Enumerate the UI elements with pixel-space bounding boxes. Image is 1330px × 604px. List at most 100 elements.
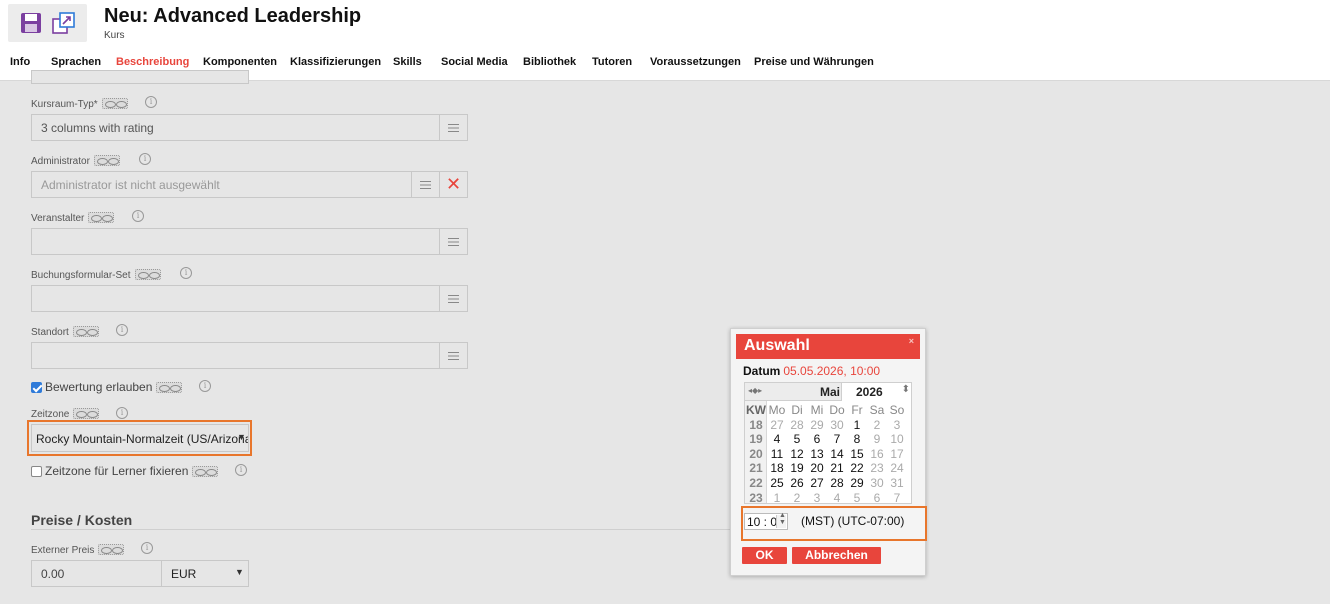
calendar-day[interactable]: 13 — [807, 447, 827, 461]
calendar-day[interactable]: 5 — [847, 491, 867, 503]
tab-voraussetzungen[interactable]: Voraussetzungen — [650, 52, 741, 80]
calendar-day[interactable]: 1 — [767, 491, 787, 503]
calendar-day[interactable]: 31 — [887, 476, 907, 490]
visibility-eye-icon[interactable] — [156, 382, 183, 393]
calendar-day[interactable]: 9 — [867, 432, 887, 446]
cancel-button[interactable]: Abbrechen — [792, 547, 881, 564]
info-icon[interactable]: i — [139, 153, 151, 165]
bewertung-checkbox[interactable] — [31, 382, 42, 393]
calendar-day[interactable]: 25 — [767, 476, 787, 490]
calendar-day[interactable]: 29 — [847, 476, 867, 490]
calendar-day[interactable]: 26 — [787, 476, 807, 490]
chevron-down-icon[interactable]: ▼ — [235, 567, 244, 577]
close-icon[interactable]: × — [909, 336, 914, 346]
calendar-day[interactable]: 28 — [827, 476, 847, 490]
calendar-day[interactable]: 10 — [887, 432, 907, 446]
visibility-eye-icon[interactable] — [73, 408, 100, 419]
visibility-eye-icon[interactable] — [98, 544, 125, 555]
save-icon[interactable] — [18, 10, 44, 36]
administrator-list-button[interactable] — [412, 171, 440, 198]
calendar-header-cell: Do — [829, 403, 845, 417]
veranstalter-field[interactable] — [31, 228, 440, 255]
highlight-frame-zeitzone — [27, 420, 252, 456]
standort-field[interactable] — [31, 342, 440, 369]
administrator-field[interactable]: Administrator ist nicht ausgewählt — [31, 171, 412, 198]
visibility-eye-icon[interactable] — [93, 155, 120, 166]
info-icon[interactable]: i — [132, 210, 144, 222]
calendar-day[interactable]: 4 — [827, 491, 847, 503]
calendar-day[interactable]: 2 — [867, 418, 887, 432]
week-number: 19 — [749, 432, 763, 447]
buchungsformular-list-button[interactable] — [440, 285, 468, 312]
calendar-day[interactable]: 27 — [767, 418, 787, 432]
calendar-header-cell: Fr — [851, 403, 863, 417]
dialog-header: Auswahl × — [736, 334, 920, 359]
veranstalter-label: Veranstalter — [31, 212, 115, 224]
calendar-year-select[interactable]: 2026 — [841, 383, 911, 401]
standort-list-button[interactable] — [440, 342, 468, 369]
tab-bibliothek[interactable]: Bibliothek — [523, 52, 576, 80]
calendar-day[interactable]: 18 — [767, 461, 787, 475]
tab-klassifizierungen[interactable]: Klassifizierungen — [290, 52, 381, 80]
calendar-day[interactable]: 3 — [887, 418, 907, 432]
calendar-day[interactable]: 30 — [827, 418, 847, 432]
tab-preise-und-waehrungen[interactable]: Preise und Währungen — [754, 52, 874, 80]
info-icon[interactable]: i — [116, 407, 128, 419]
calendar-day[interactable]: 2 — [787, 491, 807, 503]
tab-info[interactable]: Info — [10, 52, 30, 80]
section-preise-kosten: Preise / Kosten — [31, 512, 133, 528]
info-icon[interactable]: i — [235, 464, 247, 476]
page-subtitle: Kurs — [104, 30, 125, 41]
calendar-day[interactable]: 23 — [867, 461, 887, 475]
visibility-eye-icon[interactable] — [72, 326, 99, 337]
calendar-day[interactable]: 6 — [867, 491, 887, 503]
tab-skills[interactable]: Skills — [393, 52, 422, 80]
calendar-day[interactable]: 20 — [807, 461, 827, 475]
info-icon[interactable]: i — [145, 96, 157, 108]
calendar-day[interactable]: 16 — [867, 447, 887, 461]
visibility-eye-icon[interactable] — [134, 269, 161, 280]
calendar-day[interactable]: 21 — [827, 461, 847, 475]
visibility-eye-icon[interactable] — [88, 212, 115, 223]
visibility-eye-icon[interactable] — [192, 466, 219, 477]
info-icon[interactable]: i — [199, 380, 211, 392]
calendar-nav-icon[interactable]: ◂◆▸ — [748, 386, 762, 395]
calendar-day[interactable]: 24 — [887, 461, 907, 475]
tab-social-media[interactable]: Social Media — [441, 52, 508, 80]
zeitzone-fixieren-checkbox[interactable] — [31, 466, 42, 477]
tab-tutoren[interactable]: Tutoren — [592, 52, 632, 80]
calendar-day[interactable]: 5 — [787, 432, 807, 446]
calendar-day[interactable]: 27 — [807, 476, 827, 490]
calendar-day[interactable]: 12 — [787, 447, 807, 461]
calendar-day[interactable]: 28 — [787, 418, 807, 432]
info-icon[interactable]: i — [180, 267, 192, 279]
calendar-day[interactable]: 29 — [807, 418, 827, 432]
calendar-day[interactable]: 7 — [887, 491, 907, 503]
calendar-day[interactable]: 3 — [807, 491, 827, 503]
calendar-day[interactable]: 4 — [767, 432, 787, 446]
zeitzone-fixieren-label: Zeitzone für Lerner fixieren — [45, 464, 219, 478]
kursraum-field[interactable]: 3 columns with rating — [31, 114, 440, 141]
calendar-day[interactable]: 17 — [887, 447, 907, 461]
calendar-day[interactable]: 22 — [847, 461, 867, 475]
calendar-day[interactable]: 30 — [867, 476, 887, 490]
buchungsformular-field[interactable] — [31, 285, 440, 312]
veranstalter-list-button[interactable] — [440, 228, 468, 255]
calendar-day[interactable]: 15 — [847, 447, 867, 461]
info-icon[interactable]: i — [116, 324, 128, 336]
administrator-clear-icon[interactable]: ✕ — [440, 171, 468, 198]
ok-button[interactable]: OK — [742, 547, 787, 564]
visibility-eye-icon[interactable] — [101, 98, 128, 109]
calendar-day[interactable]: 7 — [827, 432, 847, 446]
externer-preis-input[interactable]: 0.00 — [31, 560, 162, 587]
calendar-day[interactable]: 19 — [787, 461, 807, 475]
info-icon[interactable]: i — [141, 542, 153, 554]
calendar-day[interactable]: 14 — [827, 447, 847, 461]
calendar-day[interactable]: 1 — [847, 418, 867, 432]
calendar-month[interactable]: Mai — [815, 385, 840, 399]
calendar-day[interactable]: 8 — [847, 432, 867, 446]
export-icon[interactable] — [51, 10, 77, 36]
kursraum-list-button[interactable] — [440, 114, 468, 141]
calendar-day[interactable]: 11 — [767, 447, 787, 461]
calendar-day[interactable]: 6 — [807, 432, 827, 446]
